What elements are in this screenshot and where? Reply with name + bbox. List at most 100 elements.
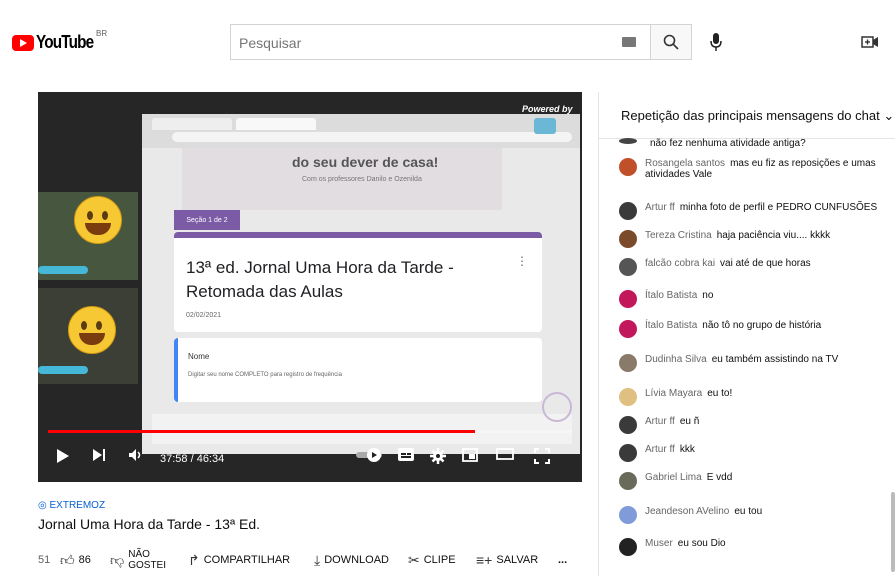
next-button[interactable] (92, 448, 106, 462)
miniplayer-icon (462, 448, 478, 462)
fullscreen-icon (534, 448, 550, 464)
theater-mode-button[interactable] (496, 448, 514, 460)
avatar[interactable] (619, 290, 637, 308)
save-button[interactable]: ≡+ SALVAR (476, 546, 538, 574)
chat-message-body: Artur ff minha foto de perfil e PEDRO CUN… (645, 202, 877, 220)
play-icon (57, 449, 69, 463)
voice-search-button[interactable] (704, 28, 728, 56)
location-pin-icon: ◎ (38, 500, 50, 511)
question-hint: Digitar seu nome COMPLETO para registro … (188, 372, 342, 378)
fullscreen-button[interactable] (534, 448, 550, 464)
more-label: ... (558, 554, 568, 566)
browser-chrome (142, 114, 580, 148)
chat-author[interactable]: Artur ff (645, 202, 675, 213)
avatar[interactable] (619, 354, 637, 372)
chat-message-body: Ítalo Batista no (645, 290, 713, 308)
name-bar (38, 266, 88, 274)
channel-watermark-icon[interactable] (542, 392, 572, 422)
chat-author[interactable]: Ítalo Batista (645, 290, 697, 301)
chat-author[interactable]: Ítalo Batista (645, 320, 697, 331)
more-vert-icon: ⋮ (516, 254, 528, 268)
chat-message: Jeandeson AVelino eu tou (619, 506, 889, 524)
download-button[interactable]: ⤓ DOWNLOAD (314, 546, 389, 574)
chat-title[interactable]: Repetição das principais mensagens do ch… (621, 108, 894, 124)
chat-message: falcão cobra kai vai até de que horas (619, 258, 889, 276)
chat-text: não fez nenhuma atividade antiga? (650, 138, 806, 149)
autoplay-toggle[interactable] (356, 448, 384, 462)
chat-author[interactable]: Jeandeson AVelino (645, 506, 729, 517)
subtitles-button[interactable] (398, 448, 414, 461)
chat-text: E vdd (706, 472, 733, 483)
settings-button[interactable] (430, 448, 446, 464)
avatar[interactable] (619, 538, 637, 556)
miniplayer-button[interactable] (462, 448, 478, 462)
chat-message: Artur ff kkk (619, 444, 889, 462)
progress-bar[interactable] (48, 430, 572, 433)
chat-message: Gabriel Lima E vdd (619, 472, 889, 490)
avatar[interactable] (619, 202, 637, 220)
chat-text: eu to! (707, 388, 733, 399)
avatar[interactable] (619, 258, 637, 276)
play-button[interactable] (56, 448, 70, 464)
download-icon: ⤓ (314, 551, 321, 568)
avatar[interactable] (619, 416, 637, 434)
keyboard-icon[interactable] (622, 37, 636, 47)
share-button[interactable]: ↱ COMPARTILHAR (188, 546, 290, 574)
avatar[interactable] (619, 230, 637, 248)
create-button[interactable] (858, 30, 882, 54)
youtube-play-icon (12, 34, 34, 51)
top-bar: YouTube BR (0, 0, 895, 80)
name-bar (38, 366, 88, 374)
dislike-button[interactable]: 👎︎ NÃO GOSTEI (110, 546, 166, 574)
chat-message: Ítalo Batista no (619, 290, 889, 308)
webcam-feed-2 (38, 288, 138, 384)
player-controls: 37:58 / 46:34 (38, 438, 582, 482)
avatar[interactable] (619, 444, 637, 462)
avatar[interactable] (619, 320, 637, 338)
chat-author[interactable]: Artur ff (645, 416, 675, 427)
chat-message: Rosangela santos mas eu fiz as reposições… (619, 158, 889, 180)
form-title: 13ª ed. Jornal Uma Hora da Tarde - Retom… (186, 258, 454, 301)
skip-next-icon (93, 449, 105, 461)
youtube-logo[interactable]: YouTube BR (12, 29, 107, 53)
chat-message: Artur ff minha foto de perfil e PEDRO CUN… (619, 202, 889, 220)
form-date: 02/02/2021 (186, 312, 222, 319)
mic-icon (710, 33, 722, 51)
search-button[interactable] (650, 24, 692, 60)
like-count: 86 (78, 554, 91, 566)
video-player[interactable]: do seu dever de casa! Com os professores… (38, 92, 582, 482)
chat-author[interactable]: Artur ff (645, 444, 675, 455)
clip-button[interactable]: ✂ CLIPE (408, 546, 456, 574)
avatar[interactable] (619, 388, 637, 406)
avatar[interactable] (619, 472, 637, 490)
chat-author[interactable]: Rosangela santos (645, 158, 725, 169)
chat-author[interactable]: Gabriel Lima (645, 472, 702, 483)
more-actions-button[interactable]: ... (558, 546, 567, 574)
share-icon: ↱ (188, 551, 200, 568)
location-tag[interactable]: ◎ EXTREMOZ (38, 500, 105, 511)
logo-text: YouTube (36, 32, 94, 52)
save-label: SALVAR (496, 554, 539, 566)
search-input[interactable] (231, 25, 601, 61)
avatar[interactable] (619, 138, 637, 144)
chat-author[interactable]: Muser (645, 538, 673, 549)
clip-label: CLIPE (423, 554, 456, 566)
avatar[interactable] (619, 158, 637, 176)
download-label: DOWNLOAD (324, 554, 389, 566)
volume-button[interactable] (128, 448, 144, 462)
avatar[interactable] (619, 506, 637, 524)
chat-author[interactable]: falcão cobra kai (645, 258, 715, 269)
chat-author[interactable]: Tereza Cristina (645, 230, 712, 241)
autoplay-icon (356, 448, 382, 462)
chat-message: Artur ff eu ñ (619, 416, 889, 434)
volume-icon (129, 449, 141, 461)
chat-header[interactable]: Repetição das principais mensagens do ch… (599, 92, 895, 139)
form-title-card: 13ª ed. Jornal Uma Hora da Tarde - Retom… (174, 232, 542, 332)
chat-message: Dudinha Silva eu também assistindo na TV (619, 354, 889, 372)
chat-author[interactable]: Dudinha Silva (645, 354, 707, 365)
like-button[interactable]: 👍︎ 86 (60, 546, 91, 574)
live-chat-panel: Repetição das principais mensagens do ch… (598, 92, 895, 576)
emoji-face-icon (68, 306, 116, 354)
chat-scrollbar[interactable] (891, 492, 895, 572)
chat-author[interactable]: Lívia Mayara (645, 388, 702, 399)
